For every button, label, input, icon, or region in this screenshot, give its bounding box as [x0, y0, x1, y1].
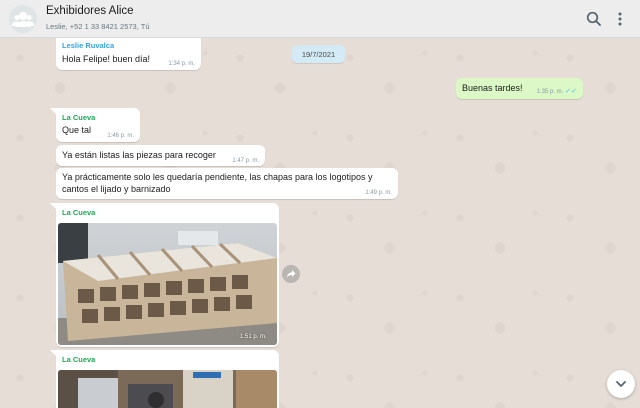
message-sender: La Cueva	[62, 113, 96, 122]
message-text: Ya están listas las piezas para recoger	[62, 150, 216, 160]
chat-title: Exhibidores Alice	[46, 5, 134, 17]
chat-participants: Leslie, +52 1 33 8421 2573, Tú	[46, 22, 150, 31]
message-time: 1:47 p. m.	[232, 158, 259, 164]
message-bubble-outgoing[interactable]: Buenas tardes! 1:35 p. m. ✓✓	[456, 78, 583, 99]
message-bubble[interactable]: Ya prácticamente solo les quedaría pendi…	[56, 168, 398, 199]
message-time: 1:46 p. m.	[107, 133, 134, 139]
message-time-group: 1:35 p. m. ✓✓	[537, 87, 577, 95]
chevron-down-icon[interactable]	[607, 370, 635, 398]
kebab-menu-icon[interactable]	[611, 10, 629, 28]
date-separator: 19/7/2021	[292, 45, 345, 63]
message-text-line: cantos el lijado y barnizado	[62, 184, 171, 194]
forward-icon[interactable]	[282, 265, 300, 283]
message-sender: Leslie Ruvalca	[62, 41, 115, 50]
wood-display-shelves-photo[interactable]	[58, 223, 277, 345]
image-message-time: 1:51 p. m.	[240, 334, 267, 340]
message-time: 1:35 p. m.	[536, 89, 564, 95]
message-bubble[interactable]: Ya están listas las piezas para recoger …	[56, 145, 265, 166]
message-time: 1:34 p. m.	[168, 61, 195, 67]
chat-header[interactable]: Exhibidores Alice Leslie, +52 1 33 8421 …	[0, 0, 640, 38]
chat-header-info[interactable]: Exhibidores Alice Leslie, +52 1 33 8421 …	[46, 4, 150, 33]
read-ticks-icon: ✓✓	[565, 88, 577, 95]
message-time: 1:49 p. m.	[365, 190, 392, 196]
message-text-line: Ya prácticamente solo les quedaría pendi…	[62, 172, 373, 182]
message-bubble[interactable]: La Cueva Que tal 1:46 p. m.	[56, 108, 140, 142]
workshop-parts-photo[interactable]	[58, 370, 277, 408]
message-sender: La Cueva	[62, 208, 96, 217]
search-icon[interactable]	[585, 10, 603, 28]
group-avatar-icon[interactable]	[9, 5, 37, 33]
message-sender: La Cueva	[62, 355, 96, 364]
